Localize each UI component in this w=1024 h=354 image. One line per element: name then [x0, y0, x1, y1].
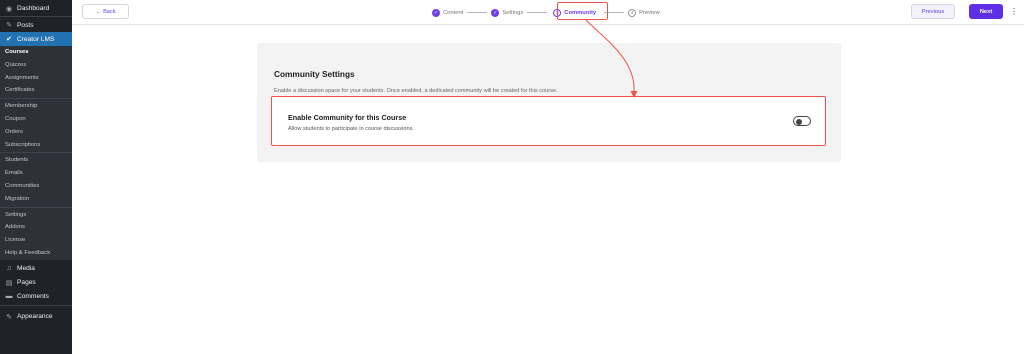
app: ◉ Dashboard ✎ Posts ✔ Creator LMS Course…	[0, 0, 1024, 354]
step-content[interactable]: ✓ Content	[432, 8, 464, 17]
setting-title: Enable Community for this Course	[288, 113, 407, 122]
sidebar-item-emails[interactable]: Emails	[0, 167, 72, 180]
sidebar-item-label: Posts	[17, 21, 34, 29]
step-label: Preview	[639, 9, 660, 16]
divider	[0, 16, 72, 17]
more-options-icon[interactable]: ⋮	[1010, 5, 1018, 18]
sidebar-item-license[interactable]: License	[0, 234, 72, 247]
editor-topbar: ← Back ✓ Content ✓ Settings 3 Community …	[72, 0, 1024, 25]
sidebar-item-settings[interactable]: Settings	[0, 209, 72, 222]
sidebar-item-label: Creator LMS	[17, 35, 55, 43]
sidebar-item-posts[interactable]: ✎ Posts	[0, 18, 72, 32]
sidebar-item-courses[interactable]: Courses	[0, 46, 72, 59]
step-preview[interactable]: 4 Preview	[628, 8, 660, 17]
creator-lms-submenu: Courses Quizzes Assignments Certificates…	[0, 46, 72, 260]
sidebar-item-addons[interactable]: Addons	[0, 221, 72, 234]
previous-button[interactable]: Previous	[911, 4, 955, 19]
sidebar-item-membership[interactable]: Membership	[0, 100, 72, 113]
sidebar-item-communities[interactable]: Communities	[0, 180, 72, 193]
dashboard-icon: ◉	[5, 5, 13, 13]
back-button-label: Back	[103, 8, 116, 15]
enable-community-toggle[interactable]	[793, 116, 811, 126]
step-connector	[467, 12, 488, 13]
sidebar-item-help-feedback[interactable]: Help & Feedback	[0, 247, 72, 260]
sidebar-item-label: Media	[17, 265, 35, 273]
sidebar-item-label: Comments	[17, 293, 49, 301]
sidebar-item-label: Appearance	[17, 313, 53, 321]
check-icon: ✓	[432, 8, 440, 17]
setting-description: Allow students to participate in course …	[288, 126, 414, 132]
pages-icon: ▤	[5, 279, 13, 287]
divider	[0, 152, 72, 154]
sidebar-item-pages[interactable]: ▤ Pages	[0, 276, 72, 290]
sidebar-item-label: Dashboard	[17, 5, 50, 12]
sidebar-item-orders[interactable]: Orders	[0, 126, 72, 139]
sidebar-item-assignments[interactable]: Assignments	[0, 72, 72, 85]
community-settings-panel: Community Settings Enable a discussion s…	[257, 43, 841, 162]
sidebar-item-coupon[interactable]: Coupon	[0, 113, 72, 126]
next-button[interactable]: Next	[969, 4, 1003, 19]
back-button[interactable]: ← Back	[82, 4, 129, 19]
arrow-left-icon: ←	[95, 8, 102, 15]
divider	[0, 304, 72, 306]
step-number: 4	[628, 8, 637, 17]
sidebar-item-quizzes[interactable]: Quizzes	[0, 59, 72, 72]
divider	[0, 206, 72, 208]
enable-community-card: Enable Community for this Course Allow s…	[271, 96, 826, 146]
sidebar-item-students[interactable]: Students	[0, 154, 72, 167]
admin-sidebar: ◉ Dashboard ✎ Posts ✔ Creator LMS Course…	[0, 0, 72, 354]
step-settings[interactable]: ✓ Settings	[491, 8, 524, 17]
step-connector	[527, 12, 548, 13]
step-label: Settings	[502, 9, 524, 16]
sidebar-item-certificates[interactable]: Certificates	[0, 84, 72, 97]
step-progress: ✓ Content ✓ Settings 3 Community 4 Previ…	[432, 6, 660, 19]
sidebar-item-subscriptions[interactable]: Subscriptions	[0, 139, 72, 152]
pin-icon: ✎	[6, 22, 12, 29]
section-description: Enable a discussion space for your stude…	[274, 88, 558, 94]
toggle-knob	[796, 118, 802, 125]
annotation-highlight-step	[557, 2, 608, 20]
sidebar-item-media[interactable]: ♫ Media	[0, 262, 72, 276]
sidebar-item-migration[interactable]: Migration	[0, 193, 72, 206]
sidebar-item-creator-lms[interactable]: ✔ Creator LMS	[0, 32, 72, 46]
comments-icon: ▬	[5, 293, 13, 301]
creator-lms-icon: ✔	[6, 36, 12, 43]
appearance-icon: ✎	[6, 313, 12, 321]
sidebar-item-appearance[interactable]: ✎ Appearance	[0, 310, 72, 324]
check-icon: ✓	[491, 8, 500, 17]
sidebar-item-label: Pages	[17, 279, 36, 287]
divider	[0, 98, 72, 100]
media-icon: ♫	[6, 265, 12, 273]
step-label: Content	[443, 9, 464, 16]
sidebar-item-comments[interactable]: ▬ Comments	[0, 290, 72, 304]
sidebar-item-dashboard[interactable]: ◉ Dashboard	[0, 2, 72, 15]
section-title: Community Settings	[274, 69, 355, 79]
